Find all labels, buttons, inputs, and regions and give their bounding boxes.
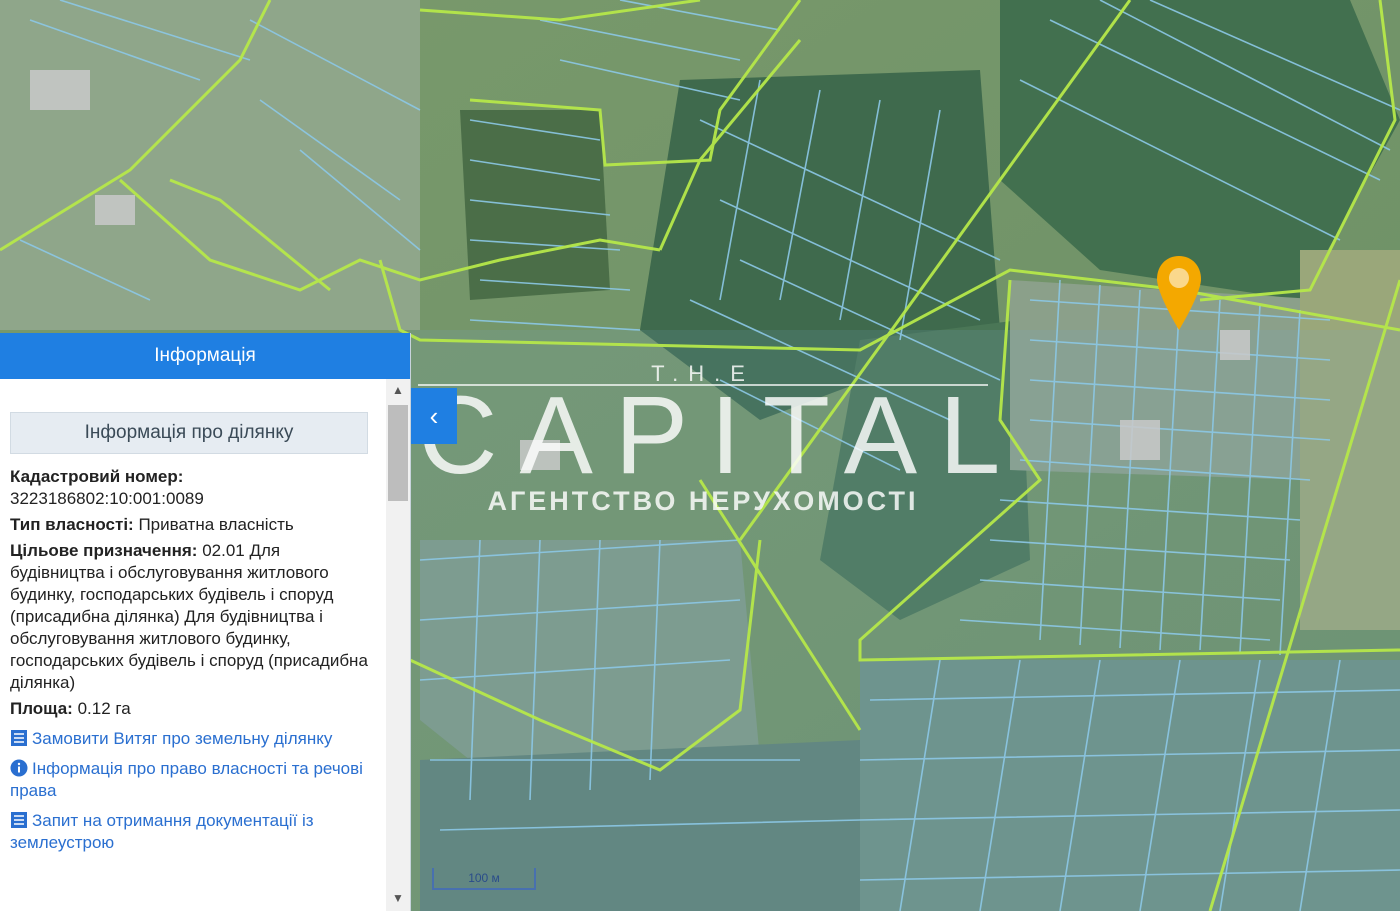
info-icon	[10, 759, 28, 777]
scroll-down-icon[interactable]: ▼	[386, 891, 410, 907]
panel-scrollbar[interactable]: ▲ ▼	[386, 379, 410, 911]
land-docs-text[interactable]: Запит на отримання документації із земле…	[10, 811, 314, 852]
map-pin-icon[interactable]	[1154, 254, 1204, 332]
ownership-info-link[interactable]: Інформація про право власності та речові…	[10, 758, 378, 802]
scroll-up-icon[interactable]: ▲	[386, 383, 410, 399]
list-icon	[11, 812, 27, 828]
area-label: Площа:	[10, 699, 73, 718]
info-panel: Інформація Інформація про ділянку Кадаст…	[0, 333, 411, 911]
ownership-row: Тип власності: Приватна власність	[10, 514, 378, 536]
cadastral-label: Кадастровий номер:	[10, 467, 184, 486]
cadastral-value: 3223186802:10:001:0089	[10, 489, 204, 508]
capital-watermark: T.H.E CAPITAL АГЕНТСТВО НЕРУХОМОСТІ	[418, 362, 1023, 542]
land-docs-link[interactable]: Запит на отримання документації із земле…	[10, 810, 378, 854]
area-value: 0.12 га	[77, 699, 131, 718]
watermark-subtitle: АГЕНТСТВО НЕРУХОМОСТІ	[487, 486, 919, 516]
ownership-label: Тип власності:	[10, 515, 134, 534]
watermark-rule	[418, 384, 988, 386]
section-title: Інформація про ділянку	[10, 412, 368, 454]
panel-body: Інформація про ділянку Кадастровий номер…	[0, 379, 384, 911]
order-extract-text[interactable]: Замовити Витяг про земельну ділянку	[32, 729, 332, 748]
ownership-value: Приватна власність	[138, 515, 294, 534]
order-extract-link[interactable]: Замовити Витяг про земельну ділянку	[10, 728, 378, 750]
ownership-info-text[interactable]: Інформація про право власності та речові…	[10, 759, 363, 800]
scroll-thumb[interactable]	[388, 405, 408, 501]
list-icon	[11, 730, 27, 746]
purpose-row: Цільове призначення: 02.01 Для будівницт…	[10, 540, 378, 694]
area-row: Площа: 0.12 га	[10, 698, 378, 720]
purpose-label: Цільове призначення:	[10, 541, 198, 560]
cadastral-row: Кадастровий номер: 3223186802:10:001:008…	[10, 466, 378, 510]
map-scale-bar: 100 м	[432, 868, 536, 890]
watermark-main-text: CAPITAL	[418, 374, 1023, 497]
panel-header: Інформація	[0, 333, 410, 379]
collapse-panel-button[interactable]: ‹	[411, 388, 457, 444]
purpose-value: 02.01 Для будівництва і обслуговування ж…	[10, 541, 368, 692]
